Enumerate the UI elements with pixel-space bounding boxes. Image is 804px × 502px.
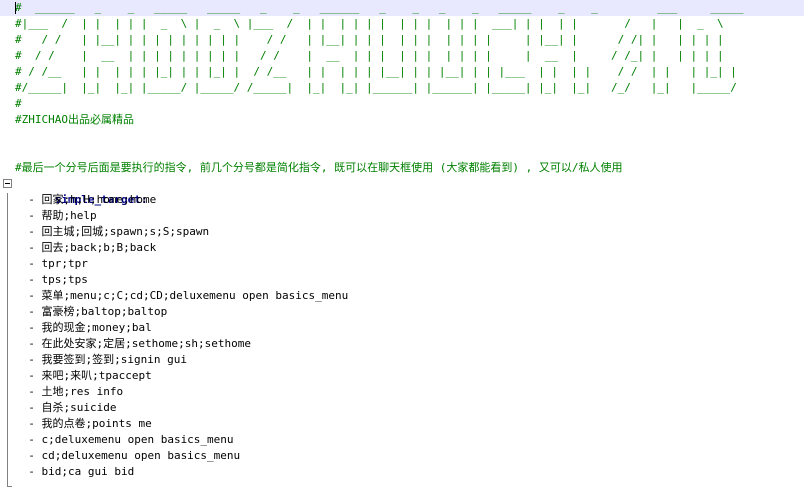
- list-item[interactable]: - bid;ca gui bid: [0, 464, 804, 480]
- yaml-key-line[interactable]: simple_target:: [0, 176, 804, 206]
- list-item[interactable]: - cd;deluxemenu open basics_menu: [0, 448, 804, 464]
- list-item[interactable]: - 我要签到;签到;signin gui: [0, 352, 804, 368]
- ascii-banner-line[interactable]: # / / | |__| | | | | | | | | | / / | |__…: [0, 32, 804, 48]
- comment-line[interactable]: #ZHICHAO出品必属精品: [0, 112, 804, 128]
- list-item[interactable]: - 菜单;menu;c;C;cd;CD;deluxemenu open basi…: [0, 288, 804, 304]
- ascii-banner-line[interactable]: #/_____| |_| |_| |_____/ |_____/ /_____|…: [0, 80, 804, 96]
- list-item[interactable]: - 来吧;来叭;tpaccept: [0, 368, 804, 384]
- list-item[interactable]: - 帮助;help: [0, 208, 804, 224]
- ascii-banner-line[interactable]: #|___ / | | | | | _ \ | _ \ |___ / | | |…: [0, 16, 804, 32]
- fold-range-end: [7, 486, 12, 487]
- comment-line[interactable]: #最后一个分号后面是要执行的指令, 前几个分号都是简化指令, 既可以在聊天框使用…: [0, 160, 804, 176]
- comment-line[interactable]: #: [0, 96, 804, 112]
- list-item[interactable]: - 回主城;回城;spawn;s;S;spawn: [0, 224, 804, 240]
- list-item[interactable]: - 回家;h;H;home;home: [0, 192, 804, 208]
- list-item[interactable]: - 富豪榜;baltop;baltop: [0, 304, 804, 320]
- list-item[interactable]: - 在此处安家;定居;sethome;sh;sethome: [0, 336, 804, 352]
- list-item[interactable]: - 自杀;suicide: [0, 400, 804, 416]
- text-editor[interactable]: # ______ _ _ _____ _____ _ _ ______ _ _ …: [0, 0, 804, 502]
- list-item[interactable]: - 回去;back;b;B;back: [0, 240, 804, 256]
- list-item[interactable]: - 我的现金;money;bal: [0, 320, 804, 336]
- editor-lines[interactable]: # ______ _ _ _____ _____ _ _ ______ _ _ …: [0, 0, 804, 480]
- ascii-banner-line[interactable]: # / / | __ | | | | | | | | | / / | __ | …: [0, 48, 804, 64]
- editor-line-current[interactable]: # ______ _ _ _____ _____ _ _ ______ _ _ …: [0, 0, 804, 16]
- list-item[interactable]: - tpr;tpr: [0, 256, 804, 272]
- list-item[interactable]: - 土地;res info: [0, 384, 804, 400]
- text-caret: [15, 2, 16, 14]
- list-item[interactable]: - tps;tps: [0, 272, 804, 288]
- ascii-banner-line[interactable]: # / /__ | | | | | |_| | | |_| | / /__ | …: [0, 64, 804, 80]
- list-item[interactable]: - 我的点卷;points me: [0, 416, 804, 432]
- fold-collapse-icon[interactable]: [3, 179, 12, 188]
- blank-line[interactable]: [0, 128, 804, 144]
- blank-line[interactable]: [0, 144, 804, 160]
- list-item[interactable]: - c;deluxemenu open basics_menu: [0, 432, 804, 448]
